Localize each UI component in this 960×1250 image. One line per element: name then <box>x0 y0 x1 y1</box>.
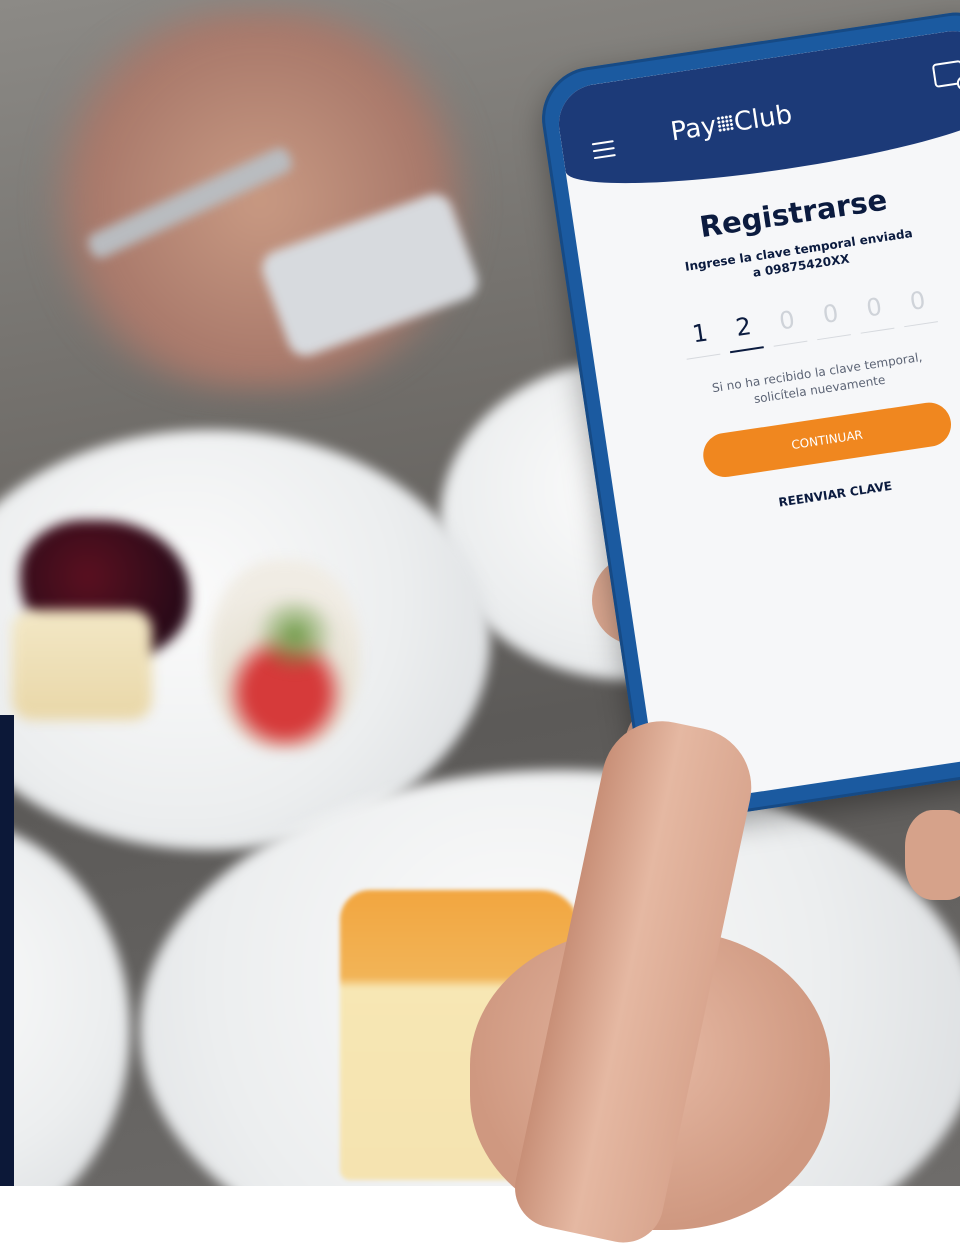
herb-garnish <box>250 600 340 670</box>
logo-text-right: Club <box>731 99 795 138</box>
hamburger-menu-icon[interactable] <box>591 140 616 160</box>
payclub-logo: Pay Club <box>669 100 794 148</box>
code-digit[interactable]: 0 <box>811 297 851 341</box>
code-digit[interactable]: 0 <box>768 304 808 347</box>
code-digit[interactable]: 0 <box>898 284 938 328</box>
code-digit[interactable]: 0 <box>855 291 895 334</box>
side-band <box>0 715 14 1186</box>
logo-grid-icon <box>715 114 735 133</box>
card-wallet-icon[interactable] <box>931 59 960 88</box>
hand-finger <box>905 810 960 900</box>
code-digit[interactable]: 1 <box>681 317 721 360</box>
register-form: Registrarse Ingrese la clave temporal en… <box>574 164 960 533</box>
code-digit[interactable]: 2 <box>724 310 764 354</box>
logo-text-left: Pay <box>668 110 719 148</box>
dessert <box>12 610 152 720</box>
continue-button[interactable]: CONTINUAR <box>700 399 955 481</box>
plate <box>0 820 130 1186</box>
